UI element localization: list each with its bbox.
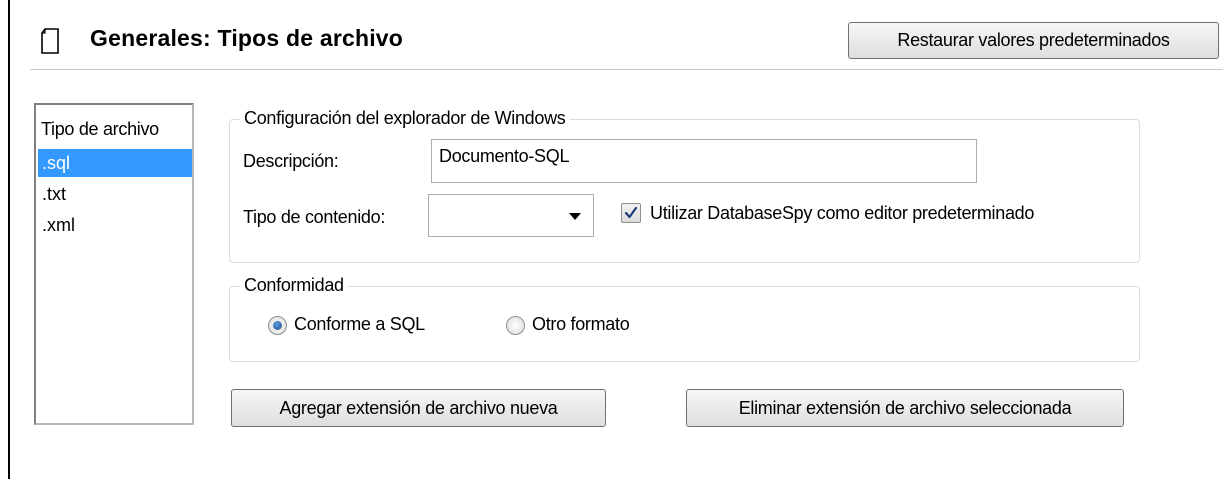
- document-icon: [40, 27, 60, 55]
- file-type-list[interactable]: Tipo de archivo .sql .txt .xml: [34, 103, 194, 425]
- content-type-select[interactable]: [428, 194, 594, 237]
- delete-extension-button[interactable]: Eliminar extensión de archivo selecciona…: [686, 389, 1124, 427]
- list-item-txt[interactable]: .txt: [38, 180, 192, 208]
- default-editor-label: Utilizar DatabaseSpy como editor predete…: [650, 203, 1035, 223]
- description-field[interactable]: Documento-SQL: [431, 139, 977, 183]
- conformity-legend: Conformidad: [240, 275, 348, 296]
- radio-selected-dot: [273, 321, 282, 330]
- checkmark-icon: [624, 206, 638, 219]
- file-type-list-header: Tipo de archivo: [41, 119, 159, 139]
- list-item-xml[interactable]: .xml: [38, 211, 192, 239]
- add-extension-button[interactable]: Agregar extensión de archivo nueva: [231, 389, 606, 427]
- windows-explorer-legend: Configuración del explorador de Windows: [240, 108, 570, 129]
- description-label: Descripción:: [243, 151, 339, 171]
- content-type-label: Tipo de contenido:: [243, 207, 386, 227]
- page-title: Generales: Tipos de archivo: [90, 25, 404, 51]
- page-header: Generales: Tipos de archivo Restaurar va…: [10, 0, 1223, 80]
- radio-conforme-sql[interactable]: [268, 316, 287, 335]
- dropdown-arrow-icon[interactable]: [569, 213, 581, 220]
- radio-otro-formato[interactable]: [506, 316, 525, 335]
- radio-conforme-sql-label: Conforme a SQL: [294, 314, 425, 334]
- header-divider: [30, 69, 1223, 70]
- radio-otro-formato-label: Otro formato: [532, 314, 630, 334]
- restore-defaults-button[interactable]: Restaurar valores predeterminados: [848, 22, 1219, 59]
- list-item-sql[interactable]: .sql: [38, 149, 192, 177]
- default-editor-checkbox[interactable]: [621, 203, 641, 223]
